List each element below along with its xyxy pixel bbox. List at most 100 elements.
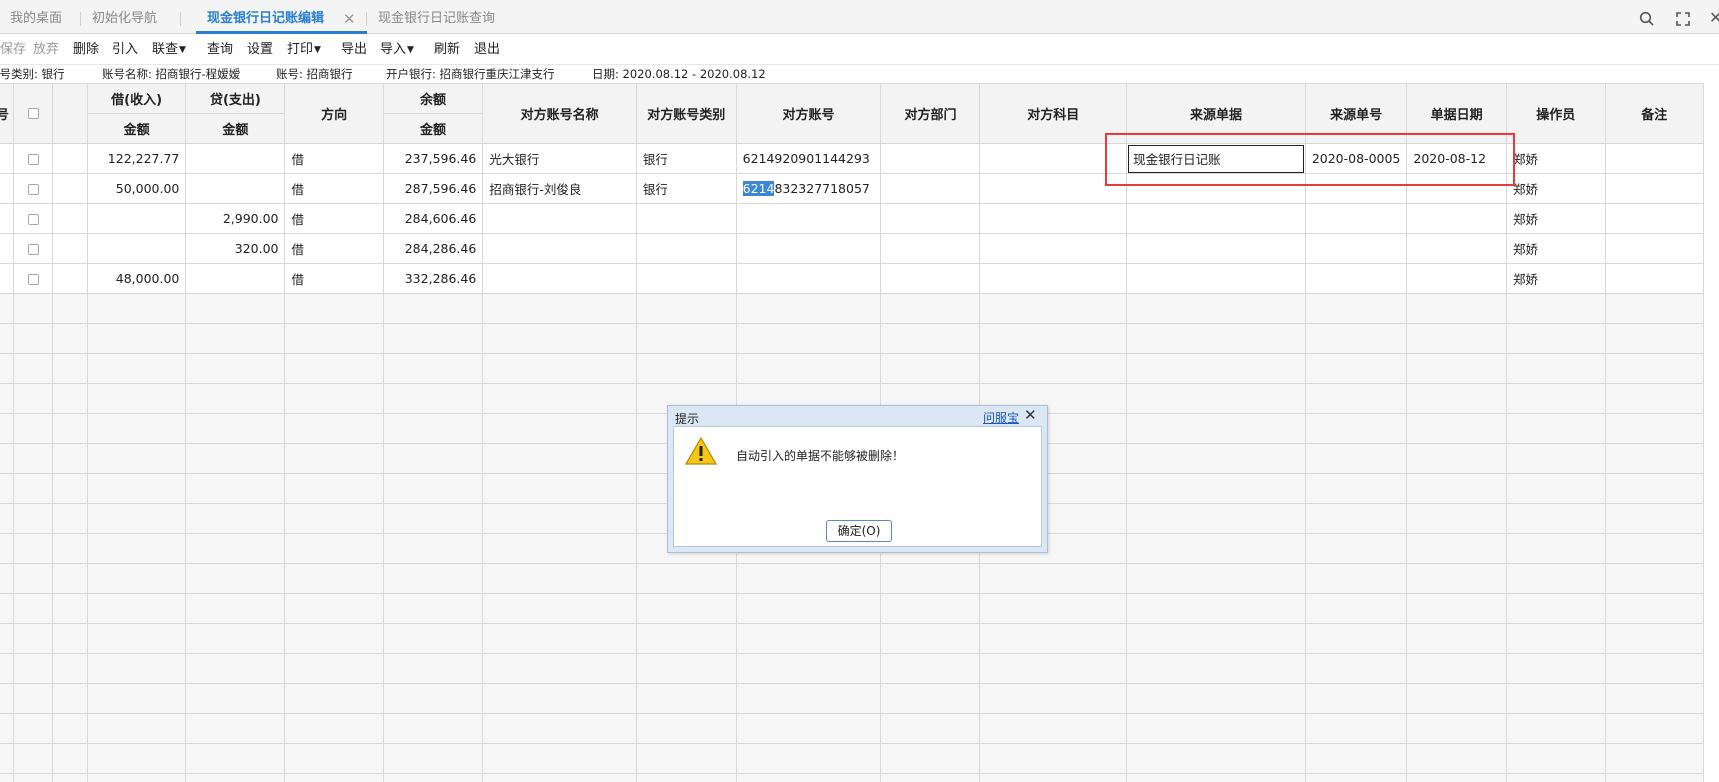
table-row[interactable]: 50,000.00 借 287,596.46 招商银行-刘俊良 银行 62148… bbox=[0, 173, 1705, 204]
counter-name-cell[interactable]: 招商银行-刘俊良 bbox=[482, 173, 637, 204]
counter-no-cell[interactable]: 6214920901144293 bbox=[735, 143, 882, 174]
doc-date-cell[interactable]: 2020-08-12 bbox=[1406, 143, 1507, 174]
credit-cell[interactable]: 320.00 bbox=[185, 233, 286, 264]
source-doc-cell[interactable] bbox=[1126, 203, 1306, 234]
empty-cell bbox=[52, 743, 88, 774]
counter-type-cell[interactable] bbox=[635, 203, 737, 234]
counter-type-cell[interactable] bbox=[635, 263, 737, 294]
debit-cell[interactable] bbox=[86, 203, 187, 234]
exit-button[interactable]: 退出 bbox=[474, 34, 500, 65]
debit-cell[interactable] bbox=[86, 233, 187, 264]
tab-cash-bank-journal-edit[interactable]: 现金银行日记账编辑 bbox=[207, 0, 324, 34]
debit-cell[interactable]: 50,000.00 bbox=[86, 173, 187, 204]
help-link[interactable]: 问服宝 bbox=[983, 409, 1019, 426]
table-row[interactable]: 48,000.00 借 332,286.46 郑娇 bbox=[0, 263, 1705, 294]
close-window-icon[interactable]: ✕ bbox=[1709, 0, 1719, 36]
doc-date-cell[interactable] bbox=[1406, 203, 1507, 234]
counter-no-cell[interactable] bbox=[735, 203, 882, 234]
source-no-cell[interactable]: 2020-08-0005 bbox=[1304, 143, 1408, 174]
credit-cell[interactable]: 2,990.00 bbox=[185, 203, 286, 234]
counter-no-cell[interactable] bbox=[735, 263, 882, 294]
discard-button[interactable]: 放弃 bbox=[33, 34, 59, 65]
import-ref-button[interactable]: 引入 bbox=[112, 34, 138, 65]
remark-cell[interactable] bbox=[1604, 233, 1705, 264]
counter-no-cell[interactable] bbox=[735, 233, 882, 264]
import-button[interactable]: 导入▼ bbox=[380, 34, 414, 67]
refresh-button[interactable]: 刷新 bbox=[434, 34, 460, 65]
source-no-cell[interactable] bbox=[1304, 263, 1408, 294]
search-icon[interactable] bbox=[1639, 0, 1655, 36]
counter-dept-cell[interactable] bbox=[880, 233, 981, 264]
tab-my-desktop[interactable]: 我的桌面 bbox=[10, 0, 62, 34]
counter-subject-cell[interactable] bbox=[979, 143, 1128, 174]
row-checkbox[interactable] bbox=[12, 263, 54, 294]
credit-cell[interactable] bbox=[185, 263, 286, 294]
remark-cell[interactable] bbox=[1604, 263, 1705, 294]
counter-dept-cell[interactable] bbox=[880, 173, 981, 204]
print-button[interactable]: 打印▼ bbox=[287, 34, 321, 67]
counter-name-cell[interactable] bbox=[482, 233, 637, 264]
query-button[interactable]: 查询 bbox=[207, 34, 233, 65]
counter-name-cell[interactable] bbox=[482, 263, 637, 294]
counter-type-cell[interactable] bbox=[635, 233, 737, 264]
counter-subject-cell[interactable] bbox=[979, 263, 1128, 294]
settings-button[interactable]: 设置 bbox=[247, 34, 273, 65]
export-button[interactable]: 导出 bbox=[341, 34, 367, 65]
tab-cash-bank-journal-query[interactable]: 现金银行日记账查询 bbox=[378, 0, 495, 34]
source-doc-cell[interactable] bbox=[1126, 173, 1306, 204]
direction-cell[interactable]: 借 bbox=[284, 173, 384, 204]
debit-cell[interactable]: 122,227.77 bbox=[86, 143, 187, 174]
doc-date-cell[interactable] bbox=[1406, 263, 1507, 294]
source-no-cell[interactable] bbox=[1304, 233, 1408, 264]
fullscreen-icon[interactable] bbox=[1676, 0, 1690, 36]
counter-dept-cell[interactable] bbox=[880, 143, 981, 174]
direction-cell[interactable]: 借 bbox=[284, 143, 384, 174]
counter-no-cell[interactable]: 6214832327718057 bbox=[735, 173, 882, 204]
table-row[interactable]: 2,990.00 借 284,606.46 郑娇 bbox=[0, 203, 1705, 234]
empty-cell bbox=[482, 413, 637, 444]
direction-cell[interactable]: 借 bbox=[284, 203, 384, 234]
doc-date-cell[interactable] bbox=[1406, 233, 1507, 264]
remark-cell[interactable] bbox=[1604, 143, 1705, 174]
counter-type-cell[interactable]: 银行 bbox=[635, 143, 737, 174]
source-doc-cell[interactable] bbox=[1126, 263, 1306, 294]
counter-type-cell[interactable]: 银行 bbox=[635, 173, 737, 204]
direction-cell[interactable]: 借 bbox=[284, 233, 384, 264]
counter-subject-cell[interactable] bbox=[979, 173, 1128, 204]
table-row[interactable]: 122,227.77 借 237,596.46 光大银行 银行 62149209… bbox=[0, 143, 1705, 174]
source-doc-cell[interactable]: 现金银行日记账 bbox=[1126, 143, 1306, 174]
column-header-counter-subject: 对方科目 bbox=[979, 83, 1128, 144]
chevron-down-icon: ▼ bbox=[314, 45, 321, 55]
delete-button[interactable]: 删除 bbox=[73, 34, 99, 65]
source-doc-cell[interactable] bbox=[1126, 233, 1306, 264]
empty-cell bbox=[284, 473, 384, 504]
counter-subject-cell[interactable] bbox=[979, 233, 1128, 264]
debit-cell[interactable]: 48,000.00 bbox=[86, 263, 187, 294]
remark-cell[interactable] bbox=[1604, 203, 1705, 234]
tab-init-navigation[interactable]: 初始化导航 bbox=[92, 0, 157, 34]
source-no-cell[interactable] bbox=[1304, 173, 1408, 204]
counter-subject-cell[interactable] bbox=[979, 203, 1128, 234]
counter-name-cell[interactable] bbox=[482, 203, 637, 234]
counter-dept-cell[interactable] bbox=[880, 263, 981, 294]
table-row[interactable]: 320.00 借 284,286.46 郑娇 bbox=[0, 233, 1705, 264]
row-checkbox[interactable] bbox=[12, 143, 54, 174]
doc-date-cell[interactable] bbox=[1406, 173, 1507, 204]
empty-cell bbox=[12, 323, 54, 354]
credit-cell[interactable] bbox=[185, 143, 286, 174]
counter-dept-cell[interactable] bbox=[880, 203, 981, 234]
empty-cell bbox=[0, 383, 14, 414]
credit-cell[interactable] bbox=[185, 173, 286, 204]
counter-name-cell[interactable]: 光大银行 bbox=[482, 143, 637, 174]
row-checkbox[interactable] bbox=[12, 173, 54, 204]
direction-cell[interactable]: 借 bbox=[284, 263, 384, 294]
ok-button[interactable]: 确定(O) bbox=[826, 520, 892, 542]
linked-query-button[interactable]: 联查▼ bbox=[152, 34, 186, 67]
source-no-cell[interactable] bbox=[1304, 203, 1408, 234]
row-checkbox[interactable] bbox=[12, 203, 54, 234]
row-checkbox[interactable] bbox=[12, 233, 54, 264]
save-button[interactable]: 保存 bbox=[0, 34, 26, 65]
select-all-checkbox[interactable] bbox=[12, 83, 54, 144]
dialog-close-icon[interactable]: ✕ bbox=[1024, 406, 1037, 424]
remark-cell[interactable] bbox=[1604, 173, 1705, 204]
